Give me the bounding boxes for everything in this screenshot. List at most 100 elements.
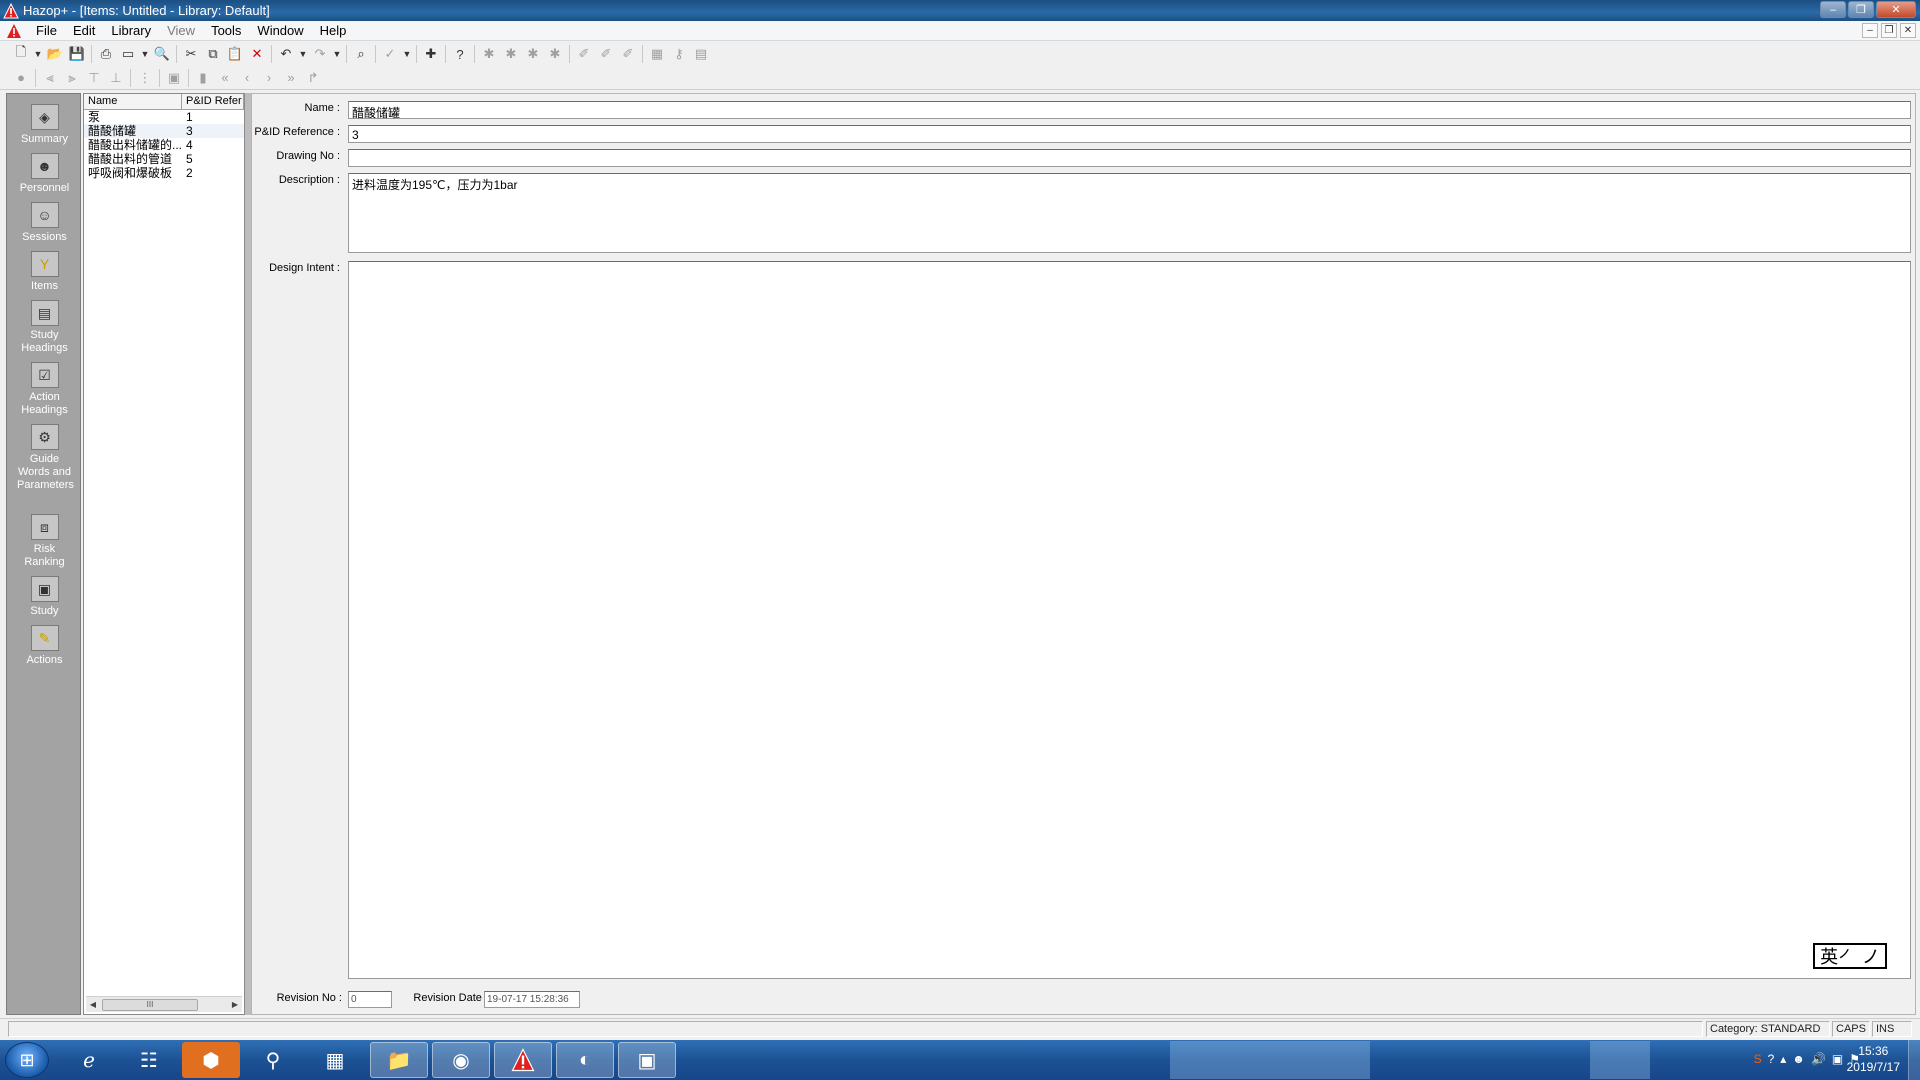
start-button[interactable]: ⊞ — [5, 1042, 49, 1078]
browser-360-icon[interactable]: ◉ — [432, 1042, 490, 1078]
new-file-icon[interactable]: 🗋 — [10, 44, 32, 64]
column-header-name[interactable]: Name — [84, 94, 182, 109]
mdi-restore-button[interactable]: ❐ — [1881, 23, 1897, 38]
volume-icon[interactable]: 🔊 — [1811, 1052, 1826, 1066]
menu-library[interactable]: Library — [103, 23, 159, 38]
key-icon[interactable]: ⚷ — [668, 44, 690, 64]
menu-help[interactable]: Help — [312, 23, 355, 38]
help-tray-icon[interactable]: ? — [1768, 1052, 1775, 1066]
add-cause-icon[interactable]: ✱ — [500, 44, 522, 64]
dropdown-arrow-icon[interactable]: ▼ — [32, 44, 44, 64]
sidebar-item-summary[interactable]: ◈ Summary — [7, 104, 82, 146]
page-setup-icon[interactable]: ▭ — [117, 44, 139, 64]
add-icon[interactable]: ✚ — [420, 44, 442, 64]
recommendation-icon[interactable]: ✐ — [595, 44, 617, 64]
name-field[interactable]: 醋酸储罐 — [348, 101, 1911, 120]
network-icon[interactable]: ▣ — [1832, 1052, 1843, 1066]
cut-icon[interactable]: ✂ — [180, 44, 202, 64]
system-clock[interactable]: 15:36 2019/7/17 — [1847, 1043, 1900, 1075]
help-icon[interactable]: ? — [449, 44, 471, 64]
sidebar-item-sessions[interactable]: ☺ Sessions — [7, 202, 82, 244]
list-item[interactable]: 醋酸出料的管道 5 — [84, 152, 244, 166]
grid-icon[interactable]: ▦ — [646, 44, 668, 64]
scroll-left-icon[interactable]: ◀ — [86, 1000, 100, 1009]
grid-toggle-icon[interactable]: ⋮ — [134, 68, 156, 88]
maximize-button[interactable]: ❐ — [1848, 1, 1874, 18]
layout-icon[interactable]: ▣ — [163, 68, 185, 88]
revision-date-field[interactable]: 19-07-17 15:28:36 — [484, 991, 580, 1008]
dropdown-arrow-icon[interactable]: ▼ — [139, 44, 151, 64]
save-icon[interactable]: 💾 — [66, 44, 88, 64]
add-consequence-icon[interactable]: ✱ — [522, 44, 544, 64]
qq-icon[interactable]: ☻ — [1792, 1052, 1805, 1066]
paste-icon[interactable]: 📋 — [224, 44, 246, 64]
comment-icon[interactable]: ✐ — [617, 44, 639, 64]
hazop-taskbar-icon[interactable] — [494, 1042, 552, 1078]
drawing-no-field[interactable] — [348, 149, 1911, 167]
find-binoculars-icon[interactable]: ⌕ — [350, 44, 372, 64]
sidebar-item-study-headings[interactable]: ▤ Study Headings — [7, 300, 82, 355]
scroll-right-icon[interactable]: ▶ — [228, 1000, 242, 1009]
remove-deviation-icon[interactable]: ✱ — [544, 44, 566, 64]
previous-record-icon[interactable]: ‹ — [236, 68, 258, 88]
open-folder-icon[interactable]: 📂 — [44, 44, 66, 64]
document-warning-icon[interactable] — [6, 23, 22, 39]
ie-browser-icon[interactable]: ℯ — [60, 1042, 118, 1078]
menu-window[interactable]: Window — [249, 23, 311, 38]
sogou-ime-icon[interactable]: S — [1754, 1052, 1762, 1066]
list-item[interactable]: 呼吸阀和爆破板 2 — [84, 166, 244, 180]
minimize-button[interactable]: – — [1820, 1, 1846, 18]
record-icon[interactable]: ● — [10, 68, 32, 88]
column-header-pid[interactable]: P&ID Refer — [182, 94, 244, 109]
mdi-close-button[interactable]: ✕ — [1900, 23, 1916, 38]
copy-icon[interactable]: ⧉ — [202, 44, 224, 64]
app-grid-icon[interactable]: ☷ — [120, 1042, 178, 1078]
items-list[interactable]: Name P&ID Refer 泵 1 醋酸储罐 3 醋酸出料储罐的... 4 … — [83, 93, 245, 1015]
tray-arrow-icon[interactable]: ▴ — [1780, 1052, 1786, 1066]
redo-icon[interactable]: ↷ — [309, 44, 331, 64]
description-field[interactable]: 进料温度为195℃，压力为1bar — [348, 173, 1911, 253]
sidebar-item-study[interactable]: ▣ Study — [7, 576, 82, 618]
list-item[interactable]: 醋酸出料储罐的... 4 — [84, 138, 244, 152]
design-intent-field[interactable] — [348, 261, 1911, 979]
pid-reference-field[interactable]: 3 — [348, 125, 1911, 143]
horizontal-scrollbar[interactable]: ◀ III ▶ — [86, 996, 242, 1012]
delete-icon[interactable]: ✕ — [246, 44, 268, 64]
print-preview-icon[interactable]: 🔍 — [151, 44, 173, 64]
scroll-thumb[interactable]: III — [102, 998, 198, 1011]
ime-indicator[interactable]: 英㇒ ノ — [1813, 943, 1887, 969]
list-item[interactable]: 醋酸储罐 3 — [84, 124, 244, 138]
add-deviation-icon[interactable]: ✱ — [478, 44, 500, 64]
align-left-icon[interactable]: ⫷ — [39, 68, 61, 88]
first-record-icon[interactable]: « — [214, 68, 236, 88]
list-item[interactable]: 泵 1 — [84, 110, 244, 124]
safeguard-icon[interactable]: ✐ — [573, 44, 595, 64]
show-desktop-button[interactable] — [1908, 1040, 1920, 1080]
spellcheck-icon[interactable]: ✓ — [379, 44, 401, 64]
media-app-icon[interactable]: ◐ — [556, 1042, 614, 1078]
sidebar-item-actions[interactable]: ✎ Actions — [7, 625, 82, 667]
image-viewer-icon[interactable]: ▣ — [618, 1042, 676, 1078]
sidebar-item-guide-words[interactable]: ⚙ Guide Words and Parameters — [7, 424, 82, 492]
dropdown-arrow-icon[interactable]: ▼ — [331, 44, 343, 64]
table-icon[interactable]: ▤ — [690, 44, 712, 64]
sidebar-item-personnel[interactable]: ☻ Personnel — [7, 153, 82, 195]
last-record-icon[interactable]: » — [280, 68, 302, 88]
close-button[interactable]: ✕ — [1876, 1, 1916, 18]
revision-no-field[interactable]: 0 — [348, 991, 392, 1008]
menu-edit[interactable]: Edit — [65, 23, 103, 38]
goto-icon[interactable]: ↱ — [302, 68, 324, 88]
menu-tools[interactable]: Tools — [203, 23, 249, 38]
dropdown-arrow-icon[interactable]: ▼ — [297, 44, 309, 64]
file-explorer-icon[interactable]: 📁 — [370, 1042, 428, 1078]
next-record-icon[interactable]: › — [258, 68, 280, 88]
align-top-icon[interactable]: ⊤ — [83, 68, 105, 88]
bookmark-icon[interactable]: ▮ — [192, 68, 214, 88]
print-icon[interactable]: ⎙ — [95, 44, 117, 64]
menu-view[interactable]: View — [159, 23, 203, 38]
sidebar-item-action-headings[interactable]: ☑ Action Headings — [7, 362, 82, 417]
menu-file[interactable]: File — [28, 23, 65, 38]
sidebar-item-risk-ranking[interactable]: ⧈ Risk Ranking — [7, 514, 82, 569]
align-bottom-icon[interactable]: ⊥ — [105, 68, 127, 88]
search-tool-icon[interactable]: ⚲ — [244, 1042, 302, 1078]
